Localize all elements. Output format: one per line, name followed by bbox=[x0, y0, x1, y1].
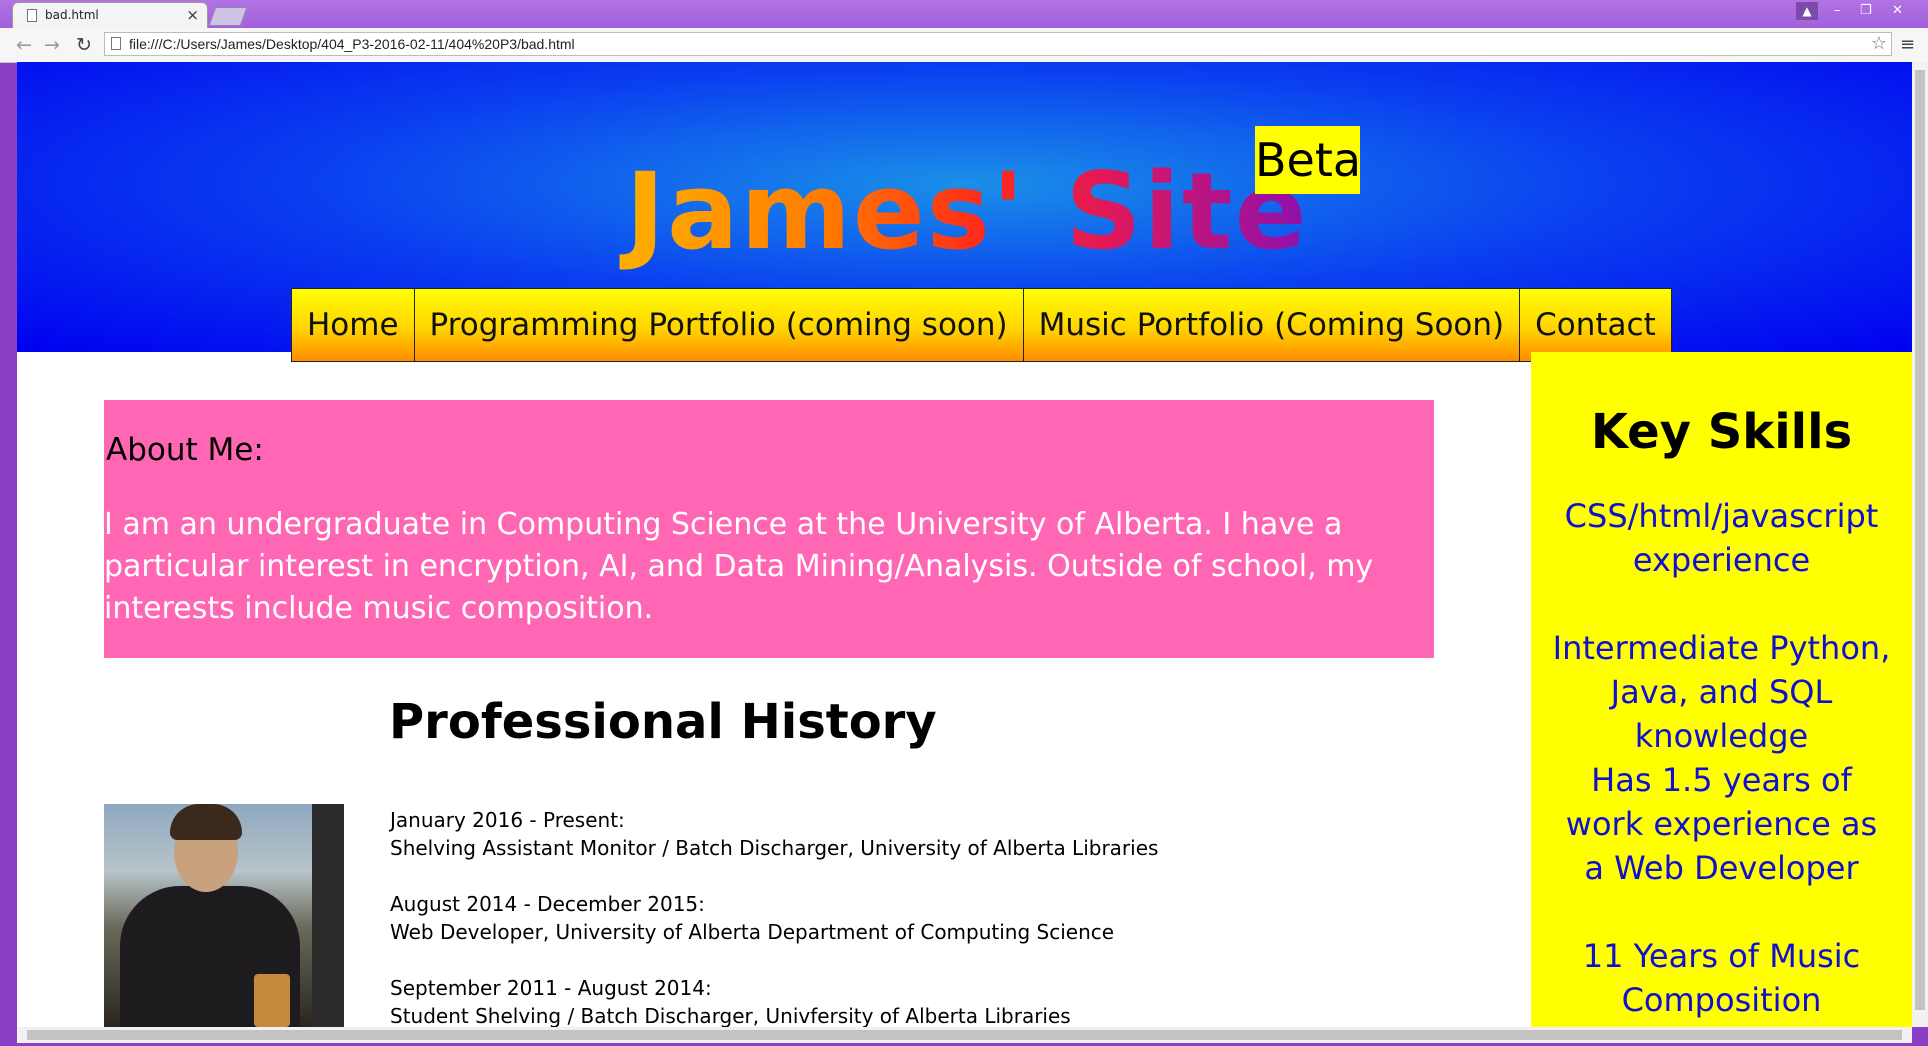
nav-programming-portfolio[interactable]: Programming Portfolio (coming soon) bbox=[415, 289, 1024, 361]
site-title: James' Site bbox=[617, 150, 1317, 273]
nav-contact[interactable]: Contact bbox=[1520, 289, 1671, 361]
nav-music-portfolio[interactable]: Music Portfolio (Coming Soon) bbox=[1024, 289, 1521, 361]
history-role: Shelving Assistant Monitor / Batch Disch… bbox=[390, 836, 1159, 860]
history-dates: August 2014 - December 2015: bbox=[390, 892, 705, 916]
back-icon[interactable]: ← bbox=[16, 34, 32, 56]
url-text: file:///C:/Users/James/Desktop/404_P3-20… bbox=[129, 36, 575, 52]
history-entry: January 2016 - Present: Shelving Assista… bbox=[390, 806, 1158, 862]
address-bar[interactable]: file:///C:/Users/James/Desktop/404_P3-20… bbox=[104, 32, 1892, 56]
beta-badge: Beta bbox=[1255, 126, 1361, 194]
history-role: Web Developer, University of Alberta Dep… bbox=[390, 920, 1115, 944]
history-dates: September 2011 - August 2014: bbox=[390, 976, 712, 1000]
main-nav: Home Programming Portfolio (coming soon)… bbox=[291, 288, 1672, 362]
user-profile-icon[interactable]: ▲ bbox=[1796, 2, 1818, 20]
about-text: I am an undergraduate in Computing Scien… bbox=[104, 507, 1374, 626]
key-skills-heading: Key Skills bbox=[1590, 404, 1853, 460]
document-icon bbox=[27, 9, 37, 22]
history-entry: September 2011 - August 2014: Student Sh… bbox=[390, 974, 1158, 1027]
skill-item: Has 1.5 years of work experience as a We… bbox=[1565, 761, 1878, 887]
vertical-scroll-thumb[interactable] bbox=[1915, 70, 1925, 1010]
horizontal-scrollbar[interactable] bbox=[17, 1027, 1912, 1043]
history-role: Student Shelving / Batch Discharger, Uni… bbox=[390, 1004, 1071, 1027]
about-section: About Me: I am an undergraduate in Compu… bbox=[104, 400, 1434, 658]
horizontal-scroll-thumb[interactable] bbox=[27, 1030, 1902, 1040]
forward-icon[interactable]: → bbox=[44, 34, 60, 56]
professional-history-heading: Professional History bbox=[389, 694, 937, 750]
history-dates: January 2016 - Present: bbox=[390, 808, 625, 832]
bookmark-star-icon[interactable]: ☆ bbox=[1871, 33, 1887, 54]
about-heading: About Me: bbox=[106, 432, 264, 468]
nav-home[interactable]: Home bbox=[292, 289, 415, 361]
history-list: January 2016 - Present: Shelving Assista… bbox=[390, 806, 1158, 1027]
key-skills-sidebar: Key Skills CSS/html/javascript experienc… bbox=[1531, 352, 1912, 1027]
browser-titlebar: bad.html × ▲ – ❐ ✕ bbox=[0, 0, 1928, 28]
minimize-icon[interactable]: – bbox=[1834, 3, 1841, 18]
skill-item: Intermediate Python, Java, and SQL knowl… bbox=[1552, 629, 1891, 755]
menu-icon[interactable]: ≡ bbox=[1900, 34, 1915, 55]
profile-photo bbox=[104, 804, 344, 1027]
restore-icon[interactable]: ❐ bbox=[1860, 3, 1872, 18]
browser-tab[interactable]: bad.html × bbox=[12, 2, 208, 28]
new-tab-button[interactable] bbox=[208, 7, 248, 26]
skill-item: 11 Years of Music Composition Expereince bbox=[1582, 937, 1861, 1027]
skill-item: CSS/html/javascript experience bbox=[1564, 497, 1879, 579]
tab-title: bad.html bbox=[45, 8, 99, 22]
page-icon bbox=[111, 37, 121, 50]
reload-icon[interactable]: ↻ bbox=[76, 34, 92, 56]
vertical-scrollbar[interactable] bbox=[1912, 62, 1928, 1027]
history-entry: August 2014 - December 2015: Web Develop… bbox=[390, 890, 1158, 946]
browser-toolbar: ← → ↻ file:///C:/Users/James/Desktop/404… bbox=[0, 28, 1928, 63]
tab-close-icon[interactable]: × bbox=[186, 6, 199, 24]
close-window-icon[interactable]: ✕ bbox=[1892, 3, 1903, 18]
page-viewport: James' Site Beta Home Programming Portfo… bbox=[17, 62, 1912, 1027]
